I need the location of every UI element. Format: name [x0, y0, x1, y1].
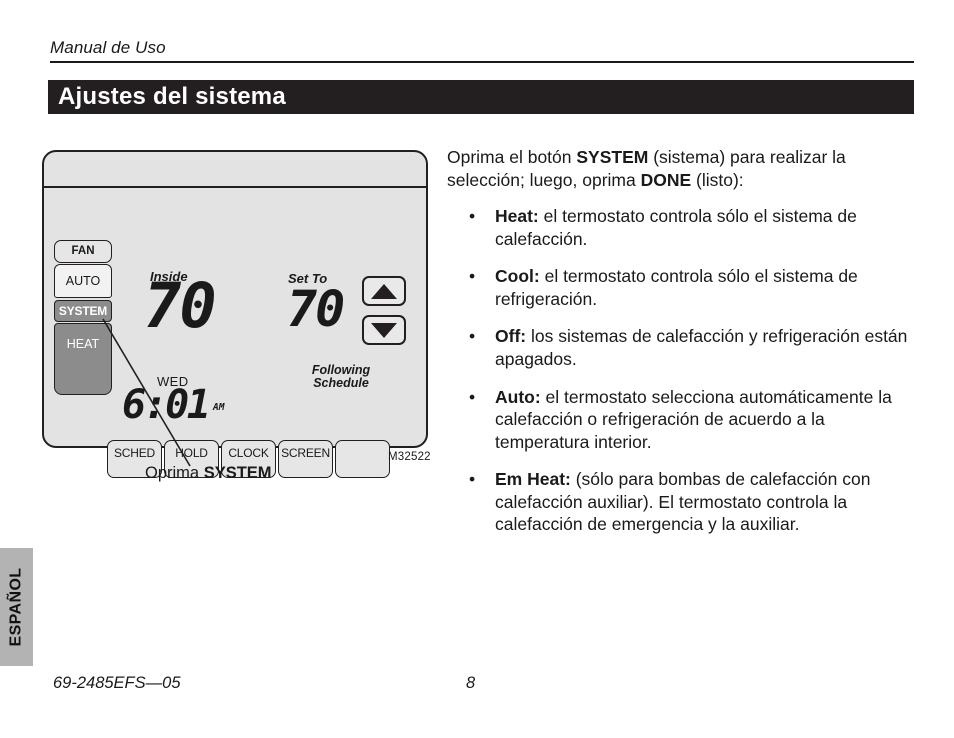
fan-mode-indicator[interactable]: AUTO [54, 264, 112, 298]
bullet-icon: • [469, 469, 476, 490]
running-head: Manual de Uso [50, 38, 914, 63]
list-item: • Off: los sistemas de calefacción y refr… [447, 325, 919, 370]
footer-page-number: 8 [466, 674, 476, 692]
bullet-icon: • [469, 206, 476, 227]
fan-mode-label: AUTO [65, 273, 101, 288]
meridiem-label: AM [213, 402, 225, 413]
language-tab: ESPAÑOL [0, 548, 33, 666]
running-head-rule [50, 61, 914, 63]
schedule-status: Following Schedule [296, 363, 386, 391]
system-mode-label: HEAT [66, 337, 100, 351]
list-item-term: Off: [495, 326, 527, 347]
figure-caption: Oprima SYSTEM [145, 464, 272, 483]
list-item: • Auto: el termostato selecciona automáti… [447, 386, 919, 454]
system-mode-indicator[interactable]: HEAT [54, 323, 112, 395]
schedule-status-line1: Following [311, 363, 371, 377]
schedule-status-line2: Schedule [313, 376, 369, 391]
list-item-text: el termostato controla sólo el sistema d… [495, 266, 858, 309]
blank-button[interactable] [335, 440, 390, 478]
body-column: Oprima el botón SYSTEM (sistema) para re… [447, 146, 919, 551]
list-item-text: el termostato controla sólo el sistema d… [495, 206, 857, 249]
inside-temperature-value: 70 [144, 269, 217, 342]
clock-time-value: 6:01 [122, 382, 211, 428]
intro-part1: Oprima el botón [447, 147, 577, 167]
footer-document-code: 69-2485EFS—05 [53, 674, 181, 692]
fan-button[interactable]: FAN [54, 240, 112, 263]
figure-caption-prefix: Oprima [145, 464, 204, 482]
thermostat-figure: FAN AUTO SYSTEM HEAT Inside 70 Set To 70 [40, 148, 440, 488]
figure-code: M32522 [388, 451, 431, 463]
temperature-down-button[interactable] [362, 315, 406, 345]
figure-caption-bold: SYSTEM [203, 464, 272, 482]
bullet-icon: • [469, 266, 476, 287]
system-button-label: SYSTEM [58, 304, 108, 318]
intro-part3: (listo): [691, 169, 744, 190]
chapter-title-bar: Ajustes del sistema [48, 80, 914, 114]
list-item: • Cool: el termostato controla sólo el si… [447, 265, 919, 310]
set-to-temperature-value: 70 [287, 280, 345, 338]
system-mode-list: • Heat: el termostato controla sólo el si… [447, 205, 919, 536]
screen-button-label: SCREEN [281, 446, 330, 460]
fan-button-label: FAN [71, 244, 95, 257]
screen-button[interactable]: SCREEN [278, 440, 333, 478]
list-item: • Heat: el termostato controla sólo el si… [447, 205, 919, 250]
thermostat-device: FAN AUTO SYSTEM HEAT Inside 70 Set To 70 [42, 150, 428, 478]
list-item-term: Heat: [495, 206, 539, 227]
list-item-text: los sistemas de calefacción y refrigerac… [495, 326, 908, 369]
sched-button-label: SCHED [113, 446, 155, 460]
bullet-icon: • [469, 386, 476, 407]
list-item: • Em Heat: (sólo para bombas de calefacci… [447, 468, 919, 536]
intro-bold-done: DONE [640, 169, 692, 190]
thermostat-display-face: FAN AUTO SYSTEM HEAT Inside 70 Set To 70 [44, 188, 426, 478]
page-title: Ajustes del sistema [58, 83, 286, 110]
intro-bold-system: SYSTEM [576, 147, 649, 167]
list-item-text: el termostato selecciona automáticamente… [495, 386, 892, 452]
list-item-term: Em Heat: [495, 469, 571, 490]
triangle-up-icon [371, 283, 397, 299]
clock-button-label: CLOCK [228, 446, 269, 460]
intro-paragraph: Oprima el botón SYSTEM (sistema) para re… [447, 146, 919, 191]
thermostat-left-button-stack: FAN AUTO SYSTEM HEAT [54, 240, 112, 395]
list-item-term: Cool: [495, 266, 540, 287]
language-tab-label: ESPAÑOL [7, 567, 25, 647]
hold-button-label: HOLD [175, 446, 208, 460]
system-button[interactable]: SYSTEM [54, 300, 112, 322]
list-item-term: Auto: [495, 386, 541, 407]
bullet-icon: • [469, 326, 476, 347]
temperature-up-button[interactable] [362, 276, 406, 306]
triangle-down-icon [371, 322, 397, 338]
running-head-text: Manual de Uso [50, 38, 166, 57]
